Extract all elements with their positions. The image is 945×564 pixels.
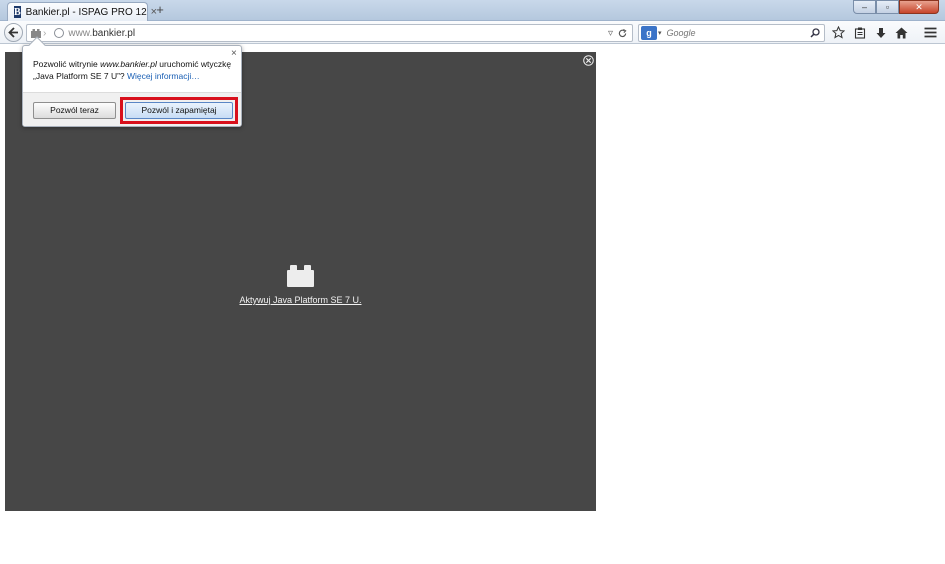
globe-icon [54, 28, 65, 38]
popup-message: Pozwolić witrynie www.bankier.pl uruchom… [33, 59, 232, 81]
home-icon[interactable] [893, 24, 910, 41]
navigation-toolbar: › www.bankier.pl ▿ g ▾ [0, 21, 945, 44]
search-bar[interactable]: g ▾ [638, 24, 825, 42]
url-separator-icon: › [43, 27, 47, 39]
plugin-lego-icon[interactable] [287, 265, 314, 287]
popup-footer: Pozwól teraz Pozwól i zapamiętaj [23, 92, 241, 126]
tab-bankier[interactable]: B Bankier.pl - ISPAG PRO 12 × [7, 2, 157, 21]
allow-and-remember-button[interactable]: Pozwól i zapamiętaj [125, 102, 233, 119]
bookmark-star-icon[interactable] [830, 24, 847, 41]
plugin-permission-popup: × Pozwolić witrynie www.bankier.pl uruch… [22, 36, 242, 127]
activate-plugin-link[interactable]: Aktywuj Java Platform SE 7 U. [5, 295, 596, 305]
minimize-button[interactable]: – [853, 0, 876, 14]
bankier-favicon-icon: B [14, 6, 21, 18]
search-input[interactable] [666, 28, 807, 38]
engine-dropdown-icon[interactable]: ▾ [658, 29, 662, 37]
back-arrow-icon [8, 27, 18, 38]
more-info-link[interactable]: Więcej informacji… [127, 71, 200, 81]
close-window-button[interactable]: ✕ [899, 0, 939, 14]
title-bar: B Bankier.pl - ISPAG PRO 12 × + – ▫ ✕ [0, 0, 945, 21]
url-text[interactable]: www.bankier.pl [68, 28, 608, 39]
search-icon[interactable] [810, 28, 820, 38]
back-button[interactable] [4, 23, 23, 42]
url-bar[interactable]: › www.bankier.pl ▿ [26, 24, 633, 42]
bookmarks-list-icon[interactable] [851, 24, 868, 41]
tab-title: Bankier.pl - ISPAG PRO 12 [25, 6, 147, 18]
allow-now-button[interactable]: Pozwól teraz [33, 102, 116, 119]
dropdown-history-icon[interactable]: ▿ [608, 28, 613, 39]
downloads-icon[interactable] [872, 24, 889, 41]
google-engine-icon[interactable]: g [641, 26, 657, 40]
plugin-close-icon[interactable] [583, 55, 594, 66]
reload-icon[interactable] [618, 28, 627, 38]
maximize-button[interactable]: ▫ [876, 0, 899, 14]
hamburger-menu-icon[interactable] [922, 24, 939, 41]
window-controls: – ▫ ✕ [853, 0, 939, 14]
new-tab-button[interactable]: + [153, 3, 167, 17]
